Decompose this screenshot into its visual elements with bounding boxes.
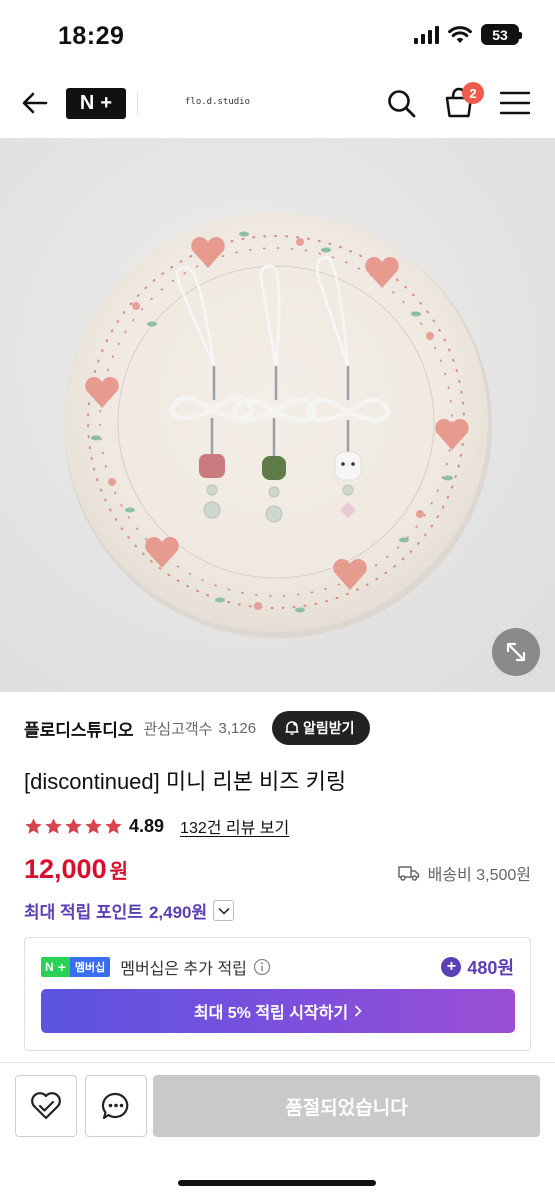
plus-circle-icon: + bbox=[441, 957, 462, 977]
product-image[interactable] bbox=[0, 138, 555, 692]
membership-header: N + 멤버십 멤버십은 추가 적립 + 480원 bbox=[41, 956, 514, 978]
bell-plus-icon bbox=[285, 721, 299, 735]
product-title: [discontinued] 미니 리본 비즈 키링 bbox=[24, 769, 347, 794]
header-divider bbox=[137, 92, 138, 114]
info-icon[interactable] bbox=[253, 958, 271, 976]
store-handle[interactable]: flo.d.studio bbox=[185, 97, 250, 107]
logo-n: N bbox=[79, 92, 95, 114]
sold-out-button[interactable]: 품절되었습니다 bbox=[153, 1075, 540, 1137]
shipping-fee: 배송비 3,500원 bbox=[427, 867, 531, 884]
battery-icon: 53 bbox=[481, 24, 522, 45]
section-divider bbox=[0, 1062, 555, 1063]
points-row: 최대 적립 포인트 2,490원 bbox=[24, 898, 235, 923]
membership-badge: N + 멤버십 bbox=[41, 957, 111, 977]
bonus-value: 480원 bbox=[467, 958, 514, 978]
notify-button[interactable]: 알림받기 bbox=[272, 711, 370, 745]
rating-stars bbox=[24, 817, 123, 836]
favorites-count: 3,126 bbox=[218, 719, 257, 737]
membership-bonus: + 480원 bbox=[441, 954, 514, 980]
points-label: 최대 적립 포인트 bbox=[24, 903, 143, 922]
shipping-info: 배송비 3,500원 bbox=[397, 861, 531, 885]
star-icon bbox=[45, 817, 62, 834]
status-icons: 53 bbox=[414, 24, 522, 45]
truck-icon bbox=[397, 866, 419, 881]
store-name[interactable]: 플로디스튜디오 bbox=[24, 716, 133, 741]
points-value: 2,490원 bbox=[148, 903, 208, 922]
store-info-row: 플로디스튜디오 관심고객수 3,126 알림받기 bbox=[24, 710, 534, 746]
cart-count-badge: 2 bbox=[462, 82, 484, 104]
status-time: 18:29 bbox=[58, 22, 125, 50]
like-button[interactable] bbox=[15, 1075, 77, 1137]
membership-card: N + 멤버십 멤버십은 추가 적립 + 480원 최대 5% 적립 시작하기 bbox=[24, 937, 531, 1051]
bottom-action-bar: 품절되었습니다 bbox=[0, 1075, 555, 1137]
membership-start-button[interactable]: 최대 5% 적립 시작하기 bbox=[41, 989, 515, 1033]
membership-text: 멤버십은 추가 적립 bbox=[120, 961, 247, 978]
top-navigation: N + flo.d.studio 2 bbox=[0, 70, 555, 138]
membership-cta-label: 최대 5% 적립 시작하기 bbox=[193, 1005, 349, 1022]
cellular-signal-icon bbox=[414, 25, 439, 44]
star-icon bbox=[25, 817, 42, 834]
status-bar: 18:29 53 bbox=[0, 0, 555, 70]
chevron-right-icon bbox=[355, 1005, 362, 1017]
product-photo-illustration bbox=[0, 138, 555, 692]
rating-row: 4.89 132건 리뷰 보기 bbox=[24, 812, 289, 840]
price-unit: 원 bbox=[109, 861, 128, 883]
badge-n: N bbox=[41, 957, 58, 977]
price-row: 12,000 원 bbox=[24, 854, 128, 885]
sold-out-label: 품절되었습니다 bbox=[285, 1097, 408, 1119]
search-icon[interactable] bbox=[385, 87, 417, 119]
battery-level: 53 bbox=[492, 26, 508, 43]
badge-plus: + bbox=[57, 957, 70, 977]
home-indicator bbox=[178, 1180, 376, 1186]
notify-label: 알림받기 bbox=[303, 720, 355, 736]
price-value: 12,000 bbox=[24, 854, 107, 884]
chevron-down-icon bbox=[218, 907, 230, 915]
review-link[interactable]: 132건 리뷰 보기 bbox=[180, 814, 289, 838]
logo-plus: + bbox=[100, 92, 113, 114]
back-arrow-icon[interactable] bbox=[20, 88, 50, 118]
heart-check-icon bbox=[31, 1092, 61, 1120]
expand-arrows-icon bbox=[506, 642, 526, 662]
expand-image-button[interactable] bbox=[492, 628, 540, 676]
wifi-icon bbox=[448, 25, 472, 43]
favorites-label: 관심고객수 bbox=[143, 720, 213, 738]
chat-bubble-icon bbox=[101, 1092, 129, 1120]
badge-label: 멤버십 bbox=[69, 957, 111, 977]
hamburger-menu-icon[interactable] bbox=[499, 90, 531, 116]
points-expand-button[interactable] bbox=[213, 900, 235, 921]
star-icon bbox=[105, 817, 122, 834]
naver-plus-store-logo[interactable]: N + bbox=[66, 88, 126, 119]
star-icon bbox=[65, 817, 82, 834]
star-icon bbox=[85, 817, 102, 834]
chat-button[interactable] bbox=[85, 1075, 147, 1137]
rating-value: 4.89 bbox=[129, 815, 165, 836]
